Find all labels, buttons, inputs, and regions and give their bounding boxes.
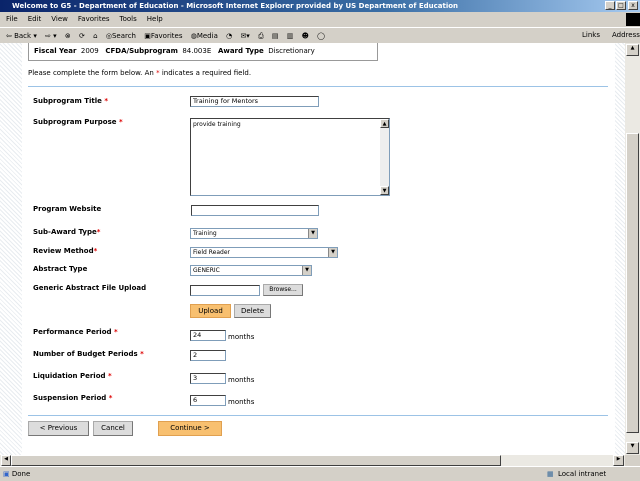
- review-method-label: Review Method*: [33, 247, 98, 255]
- favorites-button[interactable]: ▣Favorites: [144, 32, 182, 40]
- menu-edit[interactable]: Edit: [28, 15, 42, 23]
- subprogram-title-input[interactable]: Training for Mentors: [190, 96, 319, 107]
- page-content: Fiscal Year 2009 CFDA/Subprogram 84.003E…: [0, 43, 625, 455]
- abstract-upload-label: Generic Abstract File Upload: [33, 284, 147, 292]
- performance-period-input[interactable]: 24: [190, 330, 226, 341]
- performance-period-label: Performance Period *: [33, 328, 118, 336]
- status-text: Done: [11, 470, 31, 478]
- messenger-icon[interactable]: ☻: [302, 32, 309, 40]
- liquidation-period-label: Liquidation Period *: [33, 372, 112, 380]
- program-website-label: Program Website: [33, 205, 102, 213]
- abstract-type-label: Abstract Type: [33, 265, 88, 273]
- intranet-icon: ▦: [547, 470, 554, 478]
- browse-button[interactable]: Browse...: [263, 284, 303, 296]
- windows-logo-icon: [626, 13, 640, 26]
- menu-help[interactable]: Help: [147, 15, 163, 23]
- previous-button[interactable]: < Previous: [28, 421, 89, 436]
- abstract-type-select[interactable]: GENERIC ▼: [190, 265, 312, 276]
- mail-icon[interactable]: ✉▾: [240, 32, 249, 40]
- stop-icon[interactable]: ⊗: [65, 32, 71, 40]
- subprogram-purpose-label: Subprogram Purpose *: [33, 118, 123, 126]
- hscroll-thumb[interactable]: [11, 455, 501, 466]
- continue-button[interactable]: Continue >: [158, 421, 222, 436]
- scroll-left-button[interactable]: ◀: [1, 455, 11, 466]
- file-path-input[interactable]: [190, 285, 260, 296]
- scroll-down-button[interactable]: ▼: [626, 442, 639, 454]
- window-title: Welcome to G5 - Department of Education …: [12, 2, 459, 10]
- address-label[interactable]: Address: [612, 31, 640, 39]
- divider: [28, 415, 608, 416]
- edit-icon[interactable]: ▤: [272, 32, 279, 40]
- help-icon[interactable]: ◯: [317, 32, 325, 40]
- suspension-period-label: Suspension Period *: [33, 394, 113, 402]
- divider: [28, 86, 608, 87]
- print-icon[interactable]: ⎙: [258, 32, 264, 40]
- discuss-icon[interactable]: ▥: [287, 32, 294, 40]
- upload-button[interactable]: Upload: [190, 304, 231, 318]
- scroll-right-button[interactable]: ▶: [613, 455, 624, 466]
- refresh-icon[interactable]: ⟳: [79, 32, 85, 40]
- months-unit: months: [228, 398, 255, 406]
- right-margin: [615, 43, 625, 455]
- chevron-down-icon: ▼: [308, 229, 317, 238]
- liquidation-period-input[interactable]: 3: [190, 373, 226, 384]
- months-unit: months: [228, 333, 255, 341]
- menu-file[interactable]: File: [6, 15, 18, 23]
- status-bar: ▣ Done ▦ Local intranet: [0, 466, 640, 480]
- menu-favorites[interactable]: Favorites: [78, 15, 110, 23]
- links-button[interactable]: Links: [582, 31, 600, 39]
- sub-award-type-label: Sub-Award Type*: [33, 228, 101, 236]
- budget-periods-input[interactable]: 2: [190, 350, 226, 361]
- months-unit: months: [228, 376, 255, 384]
- textarea-scrollbar[interactable]: ▲ ▼: [380, 119, 389, 195]
- intro-text: Please complete the form below. An * ind…: [28, 69, 252, 77]
- horizontal-scrollbar[interactable]: ◀ ▶: [0, 455, 625, 466]
- subprogram-title-label: Subprogram Title *: [33, 97, 109, 105]
- program-website-input[interactable]: [191, 205, 319, 216]
- menu-bar: File Edit View Favorites Tools Help: [0, 12, 640, 26]
- close-button[interactable]: x: [628, 1, 638, 10]
- forward-button[interactable]: ⇨ ▾: [45, 32, 57, 40]
- vertical-scrollbar[interactable]: ▲ ▼: [625, 43, 640, 455]
- scroll-thumb[interactable]: [626, 133, 639, 433]
- review-method-select[interactable]: Field Reader ▼: [190, 247, 338, 258]
- menu-tools[interactable]: Tools: [120, 15, 137, 23]
- search-button[interactable]: ◎Search: [106, 32, 136, 40]
- summary-box: Fiscal Year 2009 CFDA/Subprogram 84.003E…: [28, 43, 378, 61]
- title-bar: Welcome to G5 - Department of Education …: [0, 0, 640, 12]
- delete-button[interactable]: Delete: [234, 304, 271, 318]
- back-button[interactable]: ⇦ Back ▾: [6, 32, 37, 40]
- sub-award-type-select[interactable]: Training ▼: [190, 228, 318, 239]
- scroll-up-button[interactable]: ▲: [626, 44, 639, 56]
- left-margin: [0, 43, 22, 455]
- home-icon[interactable]: ⌂: [93, 32, 97, 40]
- ie-page-icon: ▣: [3, 470, 10, 478]
- budget-periods-label: Number of Budget Periods *: [33, 350, 144, 358]
- menu-view[interactable]: View: [51, 15, 68, 23]
- chevron-down-icon: ▼: [302, 266, 311, 275]
- minimize-button[interactable]: _: [605, 1, 615, 10]
- suspension-period-input[interactable]: 6: [190, 395, 226, 406]
- maximize-button[interactable]: □: [616, 1, 626, 10]
- zone-text: Local intranet: [558, 470, 607, 478]
- history-icon[interactable]: ◔: [226, 32, 232, 40]
- media-button[interactable]: ◍Media: [191, 32, 218, 40]
- subprogram-purpose-textarea[interactable]: provide training ▲ ▼: [190, 118, 390, 196]
- chevron-down-icon: ▼: [328, 248, 337, 257]
- cancel-button[interactable]: Cancel: [93, 421, 133, 436]
- toolbar: ⇦ Back ▾ ⇨ ▾ ⊗ ⟳ ⌂ ◎Search ▣Favorites ◍M…: [0, 27, 640, 43]
